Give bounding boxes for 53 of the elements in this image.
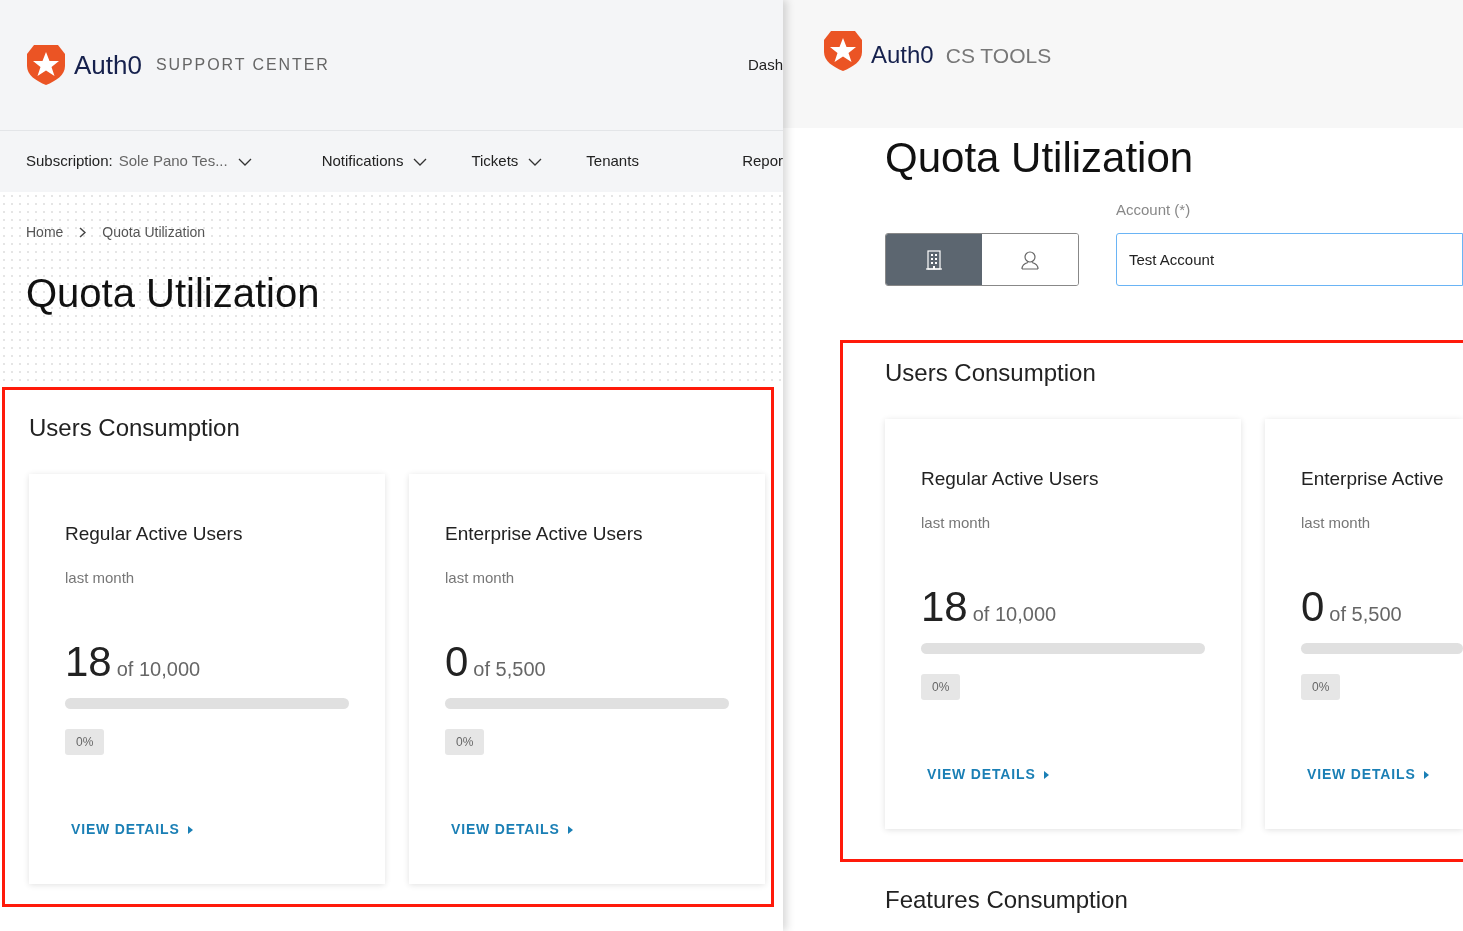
caret-right-icon	[567, 825, 573, 834]
nav-link[interactable]: Dash	[747, 53, 783, 77]
breadcrumb-link[interactable]: Home	[26, 222, 64, 243]
nav-menu-item[interactable]: Tickets	[471, 150, 543, 173]
nav-menu-item[interactable]: Subscription: Sole Pano Tes...	[26, 150, 252, 173]
account-type-toggle[interactable]	[886, 234, 982, 285]
section-title: Users Consumption	[885, 358, 1097, 388]
product-name: SUPPORT CENTER	[155, 55, 330, 75]
usage-value: 0	[445, 641, 469, 683]
product-name: CS TOOLS	[945, 43, 1052, 69]
brand-name: Auth0	[74, 48, 142, 82]
card-title: Regular Active Users	[65, 522, 244, 546]
usage-total: of 5,500	[473, 657, 546, 682]
field-label: Account (*)	[1116, 199, 1192, 220]
page-title: Quota Utilization	[26, 270, 321, 317]
card-title: Regular Active Users	[921, 467, 1100, 491]
card-title: Enterprise Active	[1301, 467, 1445, 491]
person-icon	[1020, 249, 1040, 270]
percent-badge: 0%	[1301, 674, 1341, 700]
account-input[interactable]: Test Account	[1116, 233, 1463, 286]
caret-right-icon	[1423, 770, 1429, 779]
card-subtitle: last month	[921, 512, 992, 533]
card-subtitle: last month	[65, 567, 136, 588]
nav-menu-item[interactable]: Tenants	[586, 150, 639, 173]
usage-total: of 5,500	[1329, 602, 1402, 627]
section-title: Features Consumption	[885, 885, 1129, 915]
view-details-link[interactable]: VIEW DETAILS	[1307, 764, 1429, 785]
percent-badge: 0%	[921, 674, 961, 700]
star-shield-logo-icon	[26, 44, 66, 86]
star-shield-logo-icon	[823, 30, 863, 72]
breadcrumb-current: Quota Utilization	[102, 223, 206, 242]
caret-right-icon	[187, 825, 193, 834]
view-details-link[interactable]: VIEW DETAILS	[451, 819, 573, 840]
building-icon	[926, 249, 942, 270]
view-details-link[interactable]: VIEW DETAILS	[927, 764, 1049, 785]
usage-value: 18	[921, 586, 968, 628]
caret-right-icon	[1043, 770, 1049, 779]
percent-badge: 0%	[65, 729, 105, 755]
chevron-right-icon	[79, 227, 87, 238]
brand-name: Auth0	[871, 40, 934, 70]
usage-total: of 10,000	[116, 657, 201, 682]
card-subtitle: last month	[445, 567, 516, 588]
card-subtitle: last month	[1301, 512, 1372, 533]
usage-value: 18	[65, 641, 112, 683]
section-title: Users Consumption	[29, 413, 241, 443]
nav-menu-item[interactable]: Notifications	[321, 150, 428, 173]
card-title: Enterprise Active Users	[445, 522, 644, 546]
percent-badge: 0%	[445, 729, 485, 755]
nav-menu-item[interactable]: Repor	[742, 150, 783, 173]
usage-value: 0	[1301, 586, 1325, 628]
view-details-link[interactable]: VIEW DETAILS	[71, 819, 193, 840]
usage-total: of 10,000	[972, 602, 1057, 627]
page-title: Quota Utilization	[885, 133, 1195, 183]
